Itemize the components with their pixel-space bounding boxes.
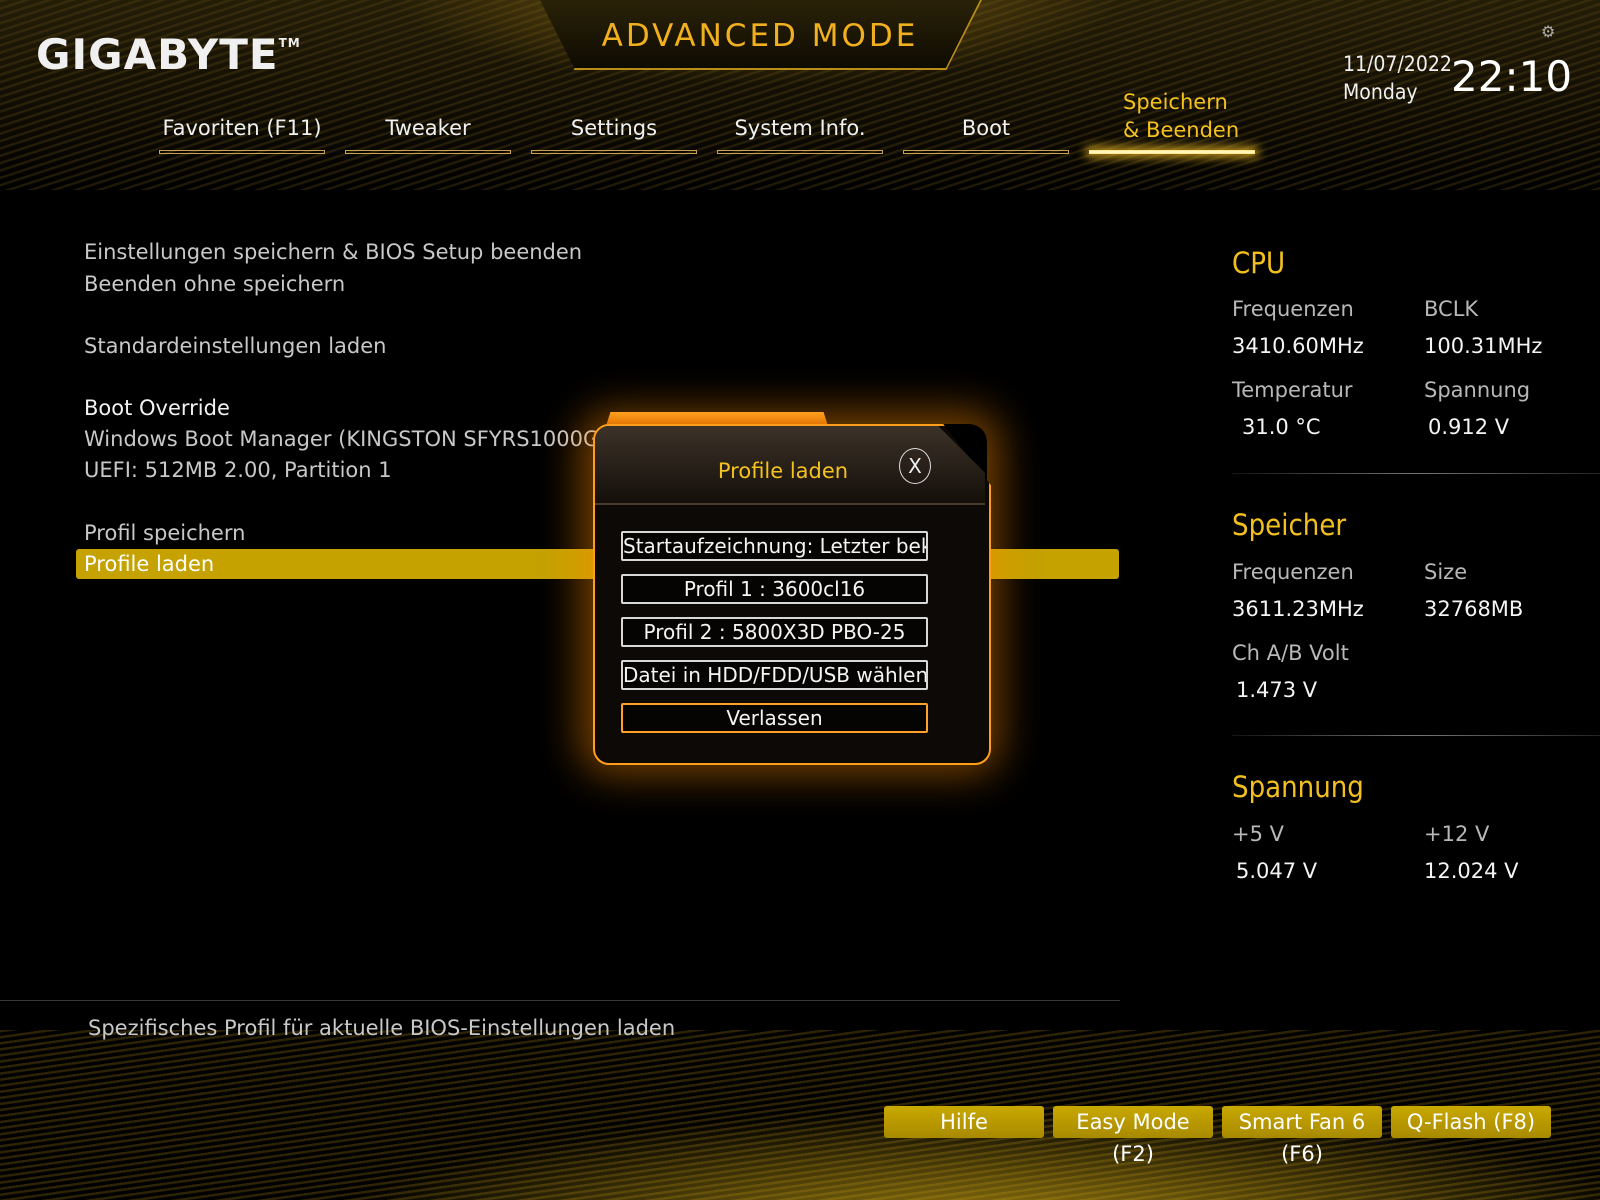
tab-label: Boot xyxy=(961,116,1011,140)
mem-freq-label: Frequenzen xyxy=(1232,560,1354,584)
mode-title: ADVANCED MODE xyxy=(601,18,919,54)
dialog-tab-accent xyxy=(606,412,828,426)
cpu-temp-value: 31.0 °C xyxy=(1242,415,1321,439)
divider xyxy=(1232,473,1600,474)
dialog-header-divider xyxy=(595,503,985,505)
menu-boot-entry-windows[interactable]: Windows Boot Manager (KINGSTON SFYRS1000… xyxy=(84,427,607,451)
weekday: Monday xyxy=(1343,80,1418,104)
cpu-title: CPU xyxy=(1232,246,1286,280)
cpu-bclk-label: BCLK xyxy=(1424,297,1479,321)
v5-value: 5.047 V xyxy=(1236,859,1318,883)
menu-save-exit[interactable]: Einstellungen speichern & BIOS Setup bee… xyxy=(84,240,582,264)
mem-volt-value: 1.473 V xyxy=(1236,678,1318,702)
tab-underline xyxy=(717,150,883,154)
close-icon[interactable]: X xyxy=(899,448,931,484)
v12-value: 12.024 V xyxy=(1424,859,1519,883)
clock: 22:10 xyxy=(1451,52,1573,101)
memory-title: Speicher xyxy=(1232,508,1347,542)
cpu-freq-value: 3410.60MHz xyxy=(1232,334,1364,358)
v5-label: +5 V xyxy=(1232,822,1284,846)
boot-override-heading: Boot Override xyxy=(84,396,230,420)
date-display: 11/07/2022 Monday xyxy=(1343,50,1452,106)
tab-label-line1: Speichern xyxy=(1123,90,1228,114)
cpu-volt-value: 0.912 V xyxy=(1428,415,1510,439)
menu-load-profile[interactable]: Profile laden xyxy=(84,552,214,576)
mem-volt-label: Ch A/B Volt xyxy=(1232,641,1349,665)
divider xyxy=(1232,735,1600,736)
cpu-bclk-value: 100.31MHz xyxy=(1424,334,1543,358)
tab-boot[interactable]: Boot xyxy=(903,116,1069,154)
tab-underline xyxy=(903,150,1069,154)
dialog-exit-button[interactable]: Verlassen xyxy=(621,703,928,733)
tab-label: Tweaker xyxy=(385,116,471,140)
cpu-temp-label: Temperatur xyxy=(1232,378,1353,402)
easy-mode-button[interactable]: Easy Mode (F2) xyxy=(1053,1106,1213,1166)
tab-underline xyxy=(159,150,325,154)
tab-label: Favoriten (F11) xyxy=(162,116,322,140)
tab-underline xyxy=(345,150,511,154)
v12-label: +12 V xyxy=(1424,822,1490,846)
tab-label-line2: & Beenden xyxy=(1123,118,1240,142)
mem-freq-value: 3611.23MHz xyxy=(1232,597,1364,621)
date: 11/07/2022 xyxy=(1343,52,1452,76)
menu-load-defaults[interactable]: Standardeinstellungen laden xyxy=(84,334,386,358)
gear-icon[interactable]: ⚙ xyxy=(1541,24,1557,40)
option-startaufzeichnung[interactable]: Startaufzeichnung: Letzter bekannter gut… xyxy=(621,531,928,561)
mem-size-value: 32768MB xyxy=(1424,597,1524,621)
tab-speichern-beenden[interactable]: Speichern & Beenden xyxy=(1089,88,1255,154)
tab-underline-active xyxy=(1089,150,1255,154)
bios-screen: GIGABYTETM ADVANCED MODE 11/07/2022 Mond… xyxy=(0,0,1600,1200)
smart-fan-button[interactable]: Smart Fan 6 (F6) xyxy=(1222,1106,1382,1166)
menu-exit-no-save[interactable]: Beenden ohne speichern xyxy=(84,272,345,296)
tab-underline xyxy=(531,150,697,154)
option-datei-waehlen[interactable]: Datei in HDD/FDD/USB wählen xyxy=(621,660,928,690)
help-text: Spezifisches Profil für aktuelle BIOS-Ei… xyxy=(88,1016,676,1040)
tab-label: Settings xyxy=(570,116,658,140)
q-flash-button[interactable]: Q-Flash (F8) xyxy=(1391,1106,1551,1138)
option-profil-2[interactable]: Profil 2 : 5800X3D PBO-25 xyxy=(621,617,928,647)
help-button[interactable]: Hilfe xyxy=(884,1106,1044,1138)
tab-label: System Info. xyxy=(734,116,866,140)
menu-save-profile[interactable]: Profil speichern xyxy=(84,521,245,545)
cpu-freq-label: Frequenzen xyxy=(1232,297,1354,321)
mem-size-label: Size xyxy=(1424,560,1468,584)
gigabyte-logo: GIGABYTETM xyxy=(36,30,301,79)
tab-settings[interactable]: Settings xyxy=(531,116,697,154)
voltage-title: Spannung xyxy=(1232,770,1364,804)
option-profil-1[interactable]: Profil 1 : 3600cl16 xyxy=(621,574,928,604)
help-divider xyxy=(0,1000,1120,1001)
tab-system-info[interactable]: System Info. xyxy=(717,116,883,154)
cpu-volt-label: Spannung xyxy=(1424,378,1531,402)
menu-boot-entry-uefi[interactable]: UEFI: 512MB 2.00, Partition 1 xyxy=(84,458,392,482)
tab-favoriten[interactable]: Favoriten (F11) xyxy=(159,116,325,154)
tab-tweaker[interactable]: Tweaker xyxy=(345,116,511,154)
